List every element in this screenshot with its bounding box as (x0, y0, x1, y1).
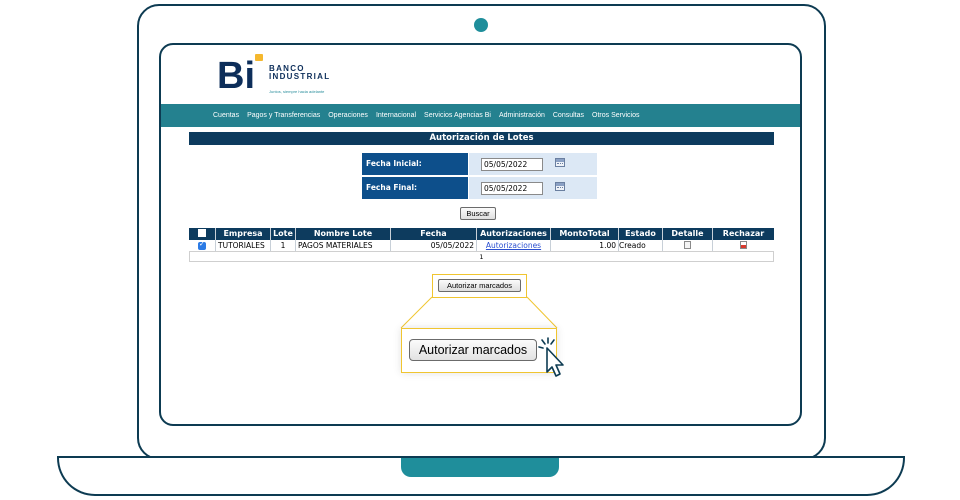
col-estado: Estado (619, 228, 663, 240)
authorize-selected-button[interactable]: Autorizar marcados (438, 279, 521, 292)
cell-estado: Creado (619, 240, 663, 251)
nav-item-pagos[interactable]: Pagos y Transferencias (247, 112, 320, 119)
col-detalle: Detalle (663, 228, 713, 240)
pagination[interactable]: 1 (189, 252, 774, 262)
table-row: TUTORIALES 1 PAGOS MATERIALES 05/05/2022… (189, 240, 774, 252)
col-lote: Lote (271, 228, 296, 240)
cell-empresa: TUTORIALES (216, 240, 271, 251)
logo-initials: Bi (217, 55, 255, 94)
nav-item-servicios-agencias[interactable]: Servicios Agencias Bi (424, 112, 491, 119)
cell-fecha: 05/05/2022 (391, 240, 477, 251)
bank-name: BANCO INDUSTRIAL (269, 64, 331, 81)
nav-item-otros-servicios[interactable]: Otros Servicios (592, 112, 639, 119)
end-date-input[interactable] (481, 182, 543, 195)
nav-item-administracion[interactable]: Administración (499, 112, 545, 119)
col-rechazar: Rechazar (722, 229, 765, 238)
col-fecha: Fecha (391, 228, 477, 240)
nav-item-internacional[interactable]: Internacional (376, 112, 416, 119)
table-header: Empresa Lote Nombre Lote Fecha Autorizac… (189, 228, 774, 240)
col-monto-total: MontoTotal (551, 228, 619, 240)
calendar-icon[interactable] (555, 182, 565, 191)
col-autorizaciones: Autorizaciones (477, 228, 551, 240)
trackpad-notch (401, 458, 559, 477)
nav-item-cuentas[interactable]: Cuentas (213, 112, 239, 119)
main-navbar: Cuentas Pagos y Transferencias Operacion… (161, 104, 800, 127)
authorizations-link[interactable]: Autorizaciones (486, 241, 541, 250)
cell-lote: 1 (271, 240, 296, 251)
reject-icon[interactable] (740, 241, 747, 249)
col-empresa: Empresa (216, 228, 271, 240)
detail-icon[interactable] (684, 241, 691, 249)
cell-nombre-lote: PAGOS MATERIALES (296, 240, 391, 251)
bank-logo[interactable]: Bi BANCO INDUSTRIAL Juntos, siempre haci… (217, 50, 357, 100)
page-title: Autorización de Lotes (189, 132, 774, 145)
date-filter-form: Fecha Inicial: Fecha Final: (362, 153, 597, 200)
bank-tagline: Juntos, siempre hacia adelante (269, 89, 325, 94)
webcam-icon (474, 18, 488, 32)
select-all-checkbox[interactable] (198, 229, 206, 237)
nav-item-consultas[interactable]: Consultas (553, 112, 584, 119)
row-checkbox[interactable] (198, 240, 206, 250)
cell-monto-total: 1.00 (551, 240, 619, 251)
nav-item-operaciones[interactable]: Operaciones (328, 112, 368, 119)
batches-table: Empresa Lote Nombre Lote Fecha Autorizac… (189, 228, 774, 262)
authorize-selected-button-zoom[interactable]: Autorizar marcados (409, 339, 537, 361)
laptop-screen: Bi BANCO INDUSTRIAL Juntos, siempre haci… (159, 43, 802, 426)
start-date-input[interactable] (481, 158, 543, 171)
calendar-icon[interactable] (555, 158, 565, 167)
pointer-cursor-icon (538, 337, 564, 377)
search-button[interactable]: Buscar (460, 207, 496, 220)
start-date-label: Fecha Inicial: (362, 153, 468, 175)
col-nombre-lote: Nombre Lote (296, 228, 391, 240)
end-date-label: Fecha Final: (362, 177, 468, 199)
bi-logo-icon: Bi (217, 54, 263, 94)
